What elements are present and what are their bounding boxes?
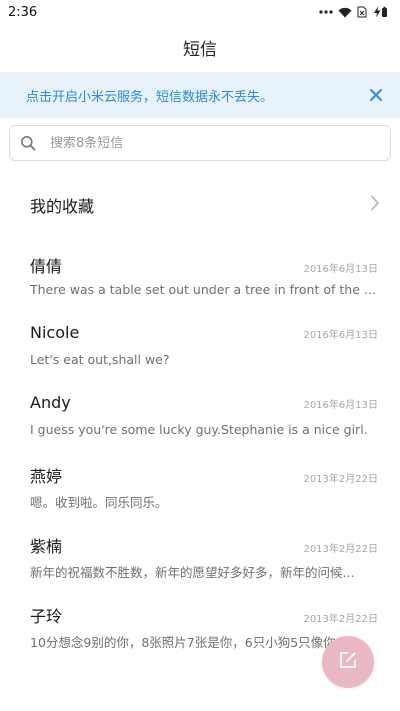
conversation-date: 2016年6月13日	[303, 264, 378, 275]
signal-dots-icon	[319, 9, 333, 15]
status-time: 2:36	[8, 4, 38, 20]
cloud-service-banner[interactable]: 点击开启小米云服务，短信数据永不丢失。	[0, 72, 400, 118]
favorites-label: 我的收藏	[30, 197, 95, 216]
search-input[interactable]	[50, 135, 350, 151]
conversation-item[interactable]: 倩倩 2016年6月13日 There was a table set out …	[0, 247, 400, 317]
conversation-date: 2016年6月13日	[303, 400, 378, 411]
page-title: 短信	[183, 39, 217, 60]
conversation-preview: There was a table set out under a tree i…	[30, 282, 378, 297]
banner-text[interactable]: 点击开启小米云服务，短信数据永不丢失。	[26, 86, 273, 105]
conversation-name: 子玲	[30, 607, 63, 626]
battery-icon	[372, 6, 388, 18]
compose-button[interactable]	[322, 636, 374, 688]
conversation-preview: 新年的祝福数不胜数，新年的愿望好多好多，新年的问候...	[30, 565, 355, 580]
conversation-preview: I guess you're some lucky guy.Stephanie …	[30, 422, 368, 437]
conversation-preview: 嗯。收到啦。同乐同乐。	[30, 495, 168, 510]
chevron-right-icon	[370, 195, 380, 215]
conversation-item[interactable]: Nicole 2016年6月13日 Let's eat out,shall we…	[0, 317, 400, 387]
search-box[interactable]	[9, 125, 391, 161]
wifi-icon	[338, 7, 352, 18]
title-bar: 短信	[0, 24, 400, 70]
status-icons	[319, 6, 388, 18]
status-bar: 2:36	[0, 0, 400, 24]
conversation-date: 2016年6月13日	[303, 330, 378, 341]
no-sim-icon	[357, 6, 367, 18]
compose-icon	[339, 651, 357, 673]
conversation-list: 倩倩 2016年6月13日 There was a table set out …	[0, 247, 400, 667]
conversation-name: Nicole	[30, 323, 80, 342]
close-icon[interactable]	[364, 83, 388, 107]
conversation-date: 2013年2月22日	[303, 614, 378, 625]
conversation-item[interactable]: 燕婷 2013年2月22日 嗯。收到啦。同乐同乐。	[0, 457, 400, 527]
conversation-date: 2013年2月22日	[303, 544, 378, 555]
conversation-date: 2013年2月22日	[303, 474, 378, 485]
conversation-name: Andy	[30, 393, 71, 412]
favorites-row[interactable]: 我的收藏	[0, 180, 400, 230]
conversation-item[interactable]: 紫楠 2013年2月22日 新年的祝福数不胜数，新年的愿望好多好多，新年的问候.…	[0, 527, 400, 597]
conversation-preview: Let's eat out,shall we?	[30, 352, 170, 367]
search-icon	[19, 134, 37, 152]
conversation-name: 燕婷	[30, 467, 63, 486]
conversation-name: 倩倩	[30, 257, 63, 276]
conversation-item[interactable]: Andy 2016年6月13日 I guess you're some luck…	[0, 387, 400, 457]
conversation-name: 紫楠	[30, 537, 63, 556]
